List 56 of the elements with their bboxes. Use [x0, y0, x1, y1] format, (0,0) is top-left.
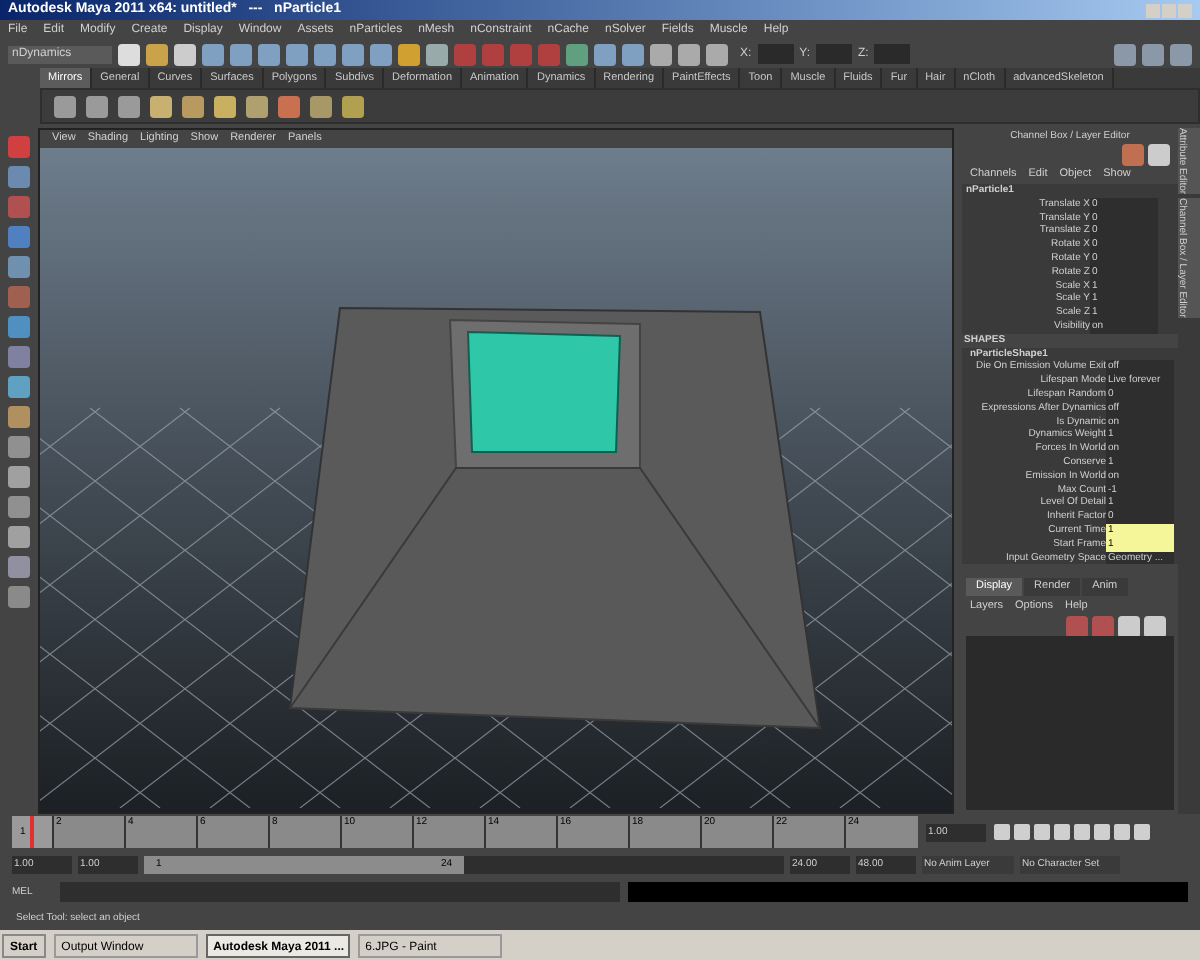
toolbox-tool-icon[interactable]	[8, 346, 30, 368]
toolbox-tool-icon[interactable]	[8, 196, 30, 218]
x-field[interactable]	[757, 44, 794, 64]
toolbar-tool-icon[interactable]	[622, 43, 644, 65]
toolbar-tool-icon[interactable]	[230, 43, 252, 65]
shelf-tool-icon[interactable]	[182, 95, 204, 117]
toolbox-tool-icon[interactable]	[8, 406, 30, 428]
toolbox-tool-icon[interactable]	[8, 256, 30, 278]
panel-toggle-icon[interactable]	[1170, 43, 1192, 65]
toolbar-tool-icon[interactable]	[314, 43, 336, 65]
toolbar-tool-icon[interactable]	[398, 43, 420, 65]
toolbar-tool-icon[interactable]	[370, 43, 392, 65]
toolbox-tool-icon[interactable]	[8, 496, 30, 518]
channel-tool-icon[interactable]	[1148, 143, 1170, 165]
toolbar-tool-icon[interactable]	[706, 43, 728, 65]
shelf-tool-icon[interactable]	[278, 95, 300, 117]
toolbox-tool-icon[interactable]	[8, 226, 30, 248]
layer-tool-icon[interactable]	[1144, 616, 1166, 639]
shelf-tool-icon[interactable]	[150, 95, 172, 117]
toolbox-tool-icon[interactable]	[8, 316, 30, 338]
toolbox-tool-icon[interactable]	[8, 436, 30, 458]
toolbar-tool-icon[interactable]	[566, 43, 588, 65]
toolbox-tool-icon[interactable]	[8, 556, 30, 578]
toolbox-tool-icon[interactable]	[8, 586, 30, 608]
z-field[interactable]	[874, 44, 911, 64]
panel-toggle-icon[interactable]	[1142, 43, 1164, 65]
shelf-tool-icon[interactable]	[118, 95, 140, 117]
playhead[interactable]	[30, 816, 35, 848]
y-field[interactable]	[816, 44, 853, 64]
shelf-tool-icon[interactable]	[54, 95, 76, 117]
shelf-tool-icon[interactable]	[246, 95, 268, 117]
shelf-tool-icon[interactable]	[342, 95, 364, 117]
toolbox-tool-icon[interactable]	[8, 136, 30, 158]
toolbox-tool-icon[interactable]	[8, 286, 30, 308]
toolbar-tool-icon[interactable]	[678, 43, 700, 65]
toolbar-tool-icon[interactable]	[174, 43, 196, 65]
shelf-tool-icon[interactable]	[214, 95, 236, 117]
shelf-tool-icon[interactable]	[310, 95, 332, 117]
channel-tool-icon[interactable]	[1122, 143, 1144, 165]
viewport[interactable]	[40, 148, 952, 812]
panel-toggle-icon[interactable]	[1114, 43, 1136, 65]
toolbar-tool-icon[interactable]	[146, 43, 168, 65]
toolbar-tool-icon[interactable]	[342, 43, 364, 65]
toolbox-tool-icon[interactable]	[8, 376, 30, 398]
toolbar-tool-icon[interactable]	[118, 43, 140, 65]
toolbox-tool-icon[interactable]	[8, 466, 30, 488]
shelf-tool-icon[interactable]	[86, 95, 108, 117]
toolbar-tool-icon[interactable]	[594, 43, 616, 65]
layer-tool-icon[interactable]	[1118, 616, 1140, 639]
toolbar-tool-icon[interactable]	[202, 43, 224, 65]
toolbar-tool-icon[interactable]	[650, 43, 672, 65]
toolbox-tool-icon[interactable]	[8, 166, 30, 188]
toolbox-tool-icon[interactable]	[8, 526, 30, 548]
toolbar-tool-icon[interactable]	[286, 43, 308, 65]
toolbar-tool-icon[interactable]	[426, 43, 448, 65]
toolbar-tool-icon[interactable]	[258, 43, 280, 65]
